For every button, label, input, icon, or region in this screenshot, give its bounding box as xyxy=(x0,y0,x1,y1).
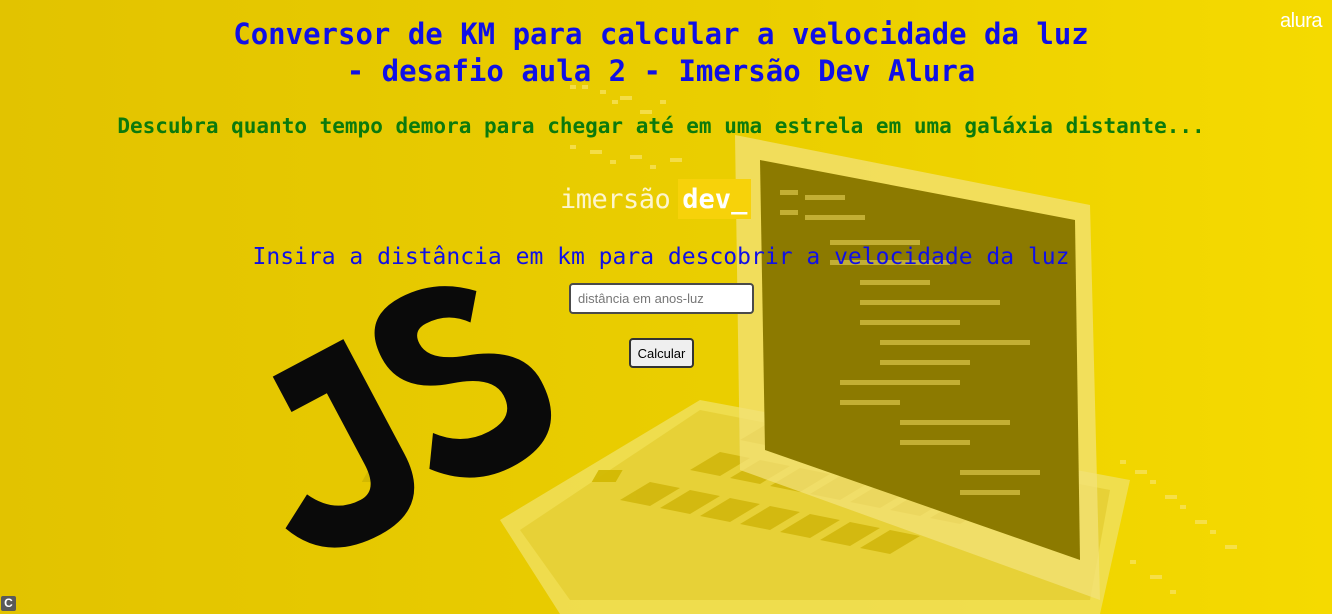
c-badge-icon[interactable]: C xyxy=(1,596,16,611)
calculate-button[interactable]: Calcular xyxy=(629,338,694,368)
title-line-1: Conversor de KM para calcular a velocida… xyxy=(233,17,1089,51)
dev-wordmark: dev_ xyxy=(682,183,748,215)
title-line-2: - desafio aula 2 - Imersão Dev Alura xyxy=(346,54,976,88)
imersao-wordmark: imersão xyxy=(560,183,671,215)
instruction-text: Insira a distância em km para descobrir … xyxy=(252,244,1070,270)
imersao-dev-logo: imersão dev_ xyxy=(560,179,752,219)
page-subtitle: Descubra quanto tempo demora para chegar… xyxy=(117,114,1205,138)
page-title: Conversor de KM para calcular a velocida… xyxy=(0,16,1322,90)
distance-input[interactable] xyxy=(569,283,754,314)
dev-badge: dev_ xyxy=(678,179,752,219)
page-content: alura Conversor de KM para calcular a ve… xyxy=(0,0,1332,614)
